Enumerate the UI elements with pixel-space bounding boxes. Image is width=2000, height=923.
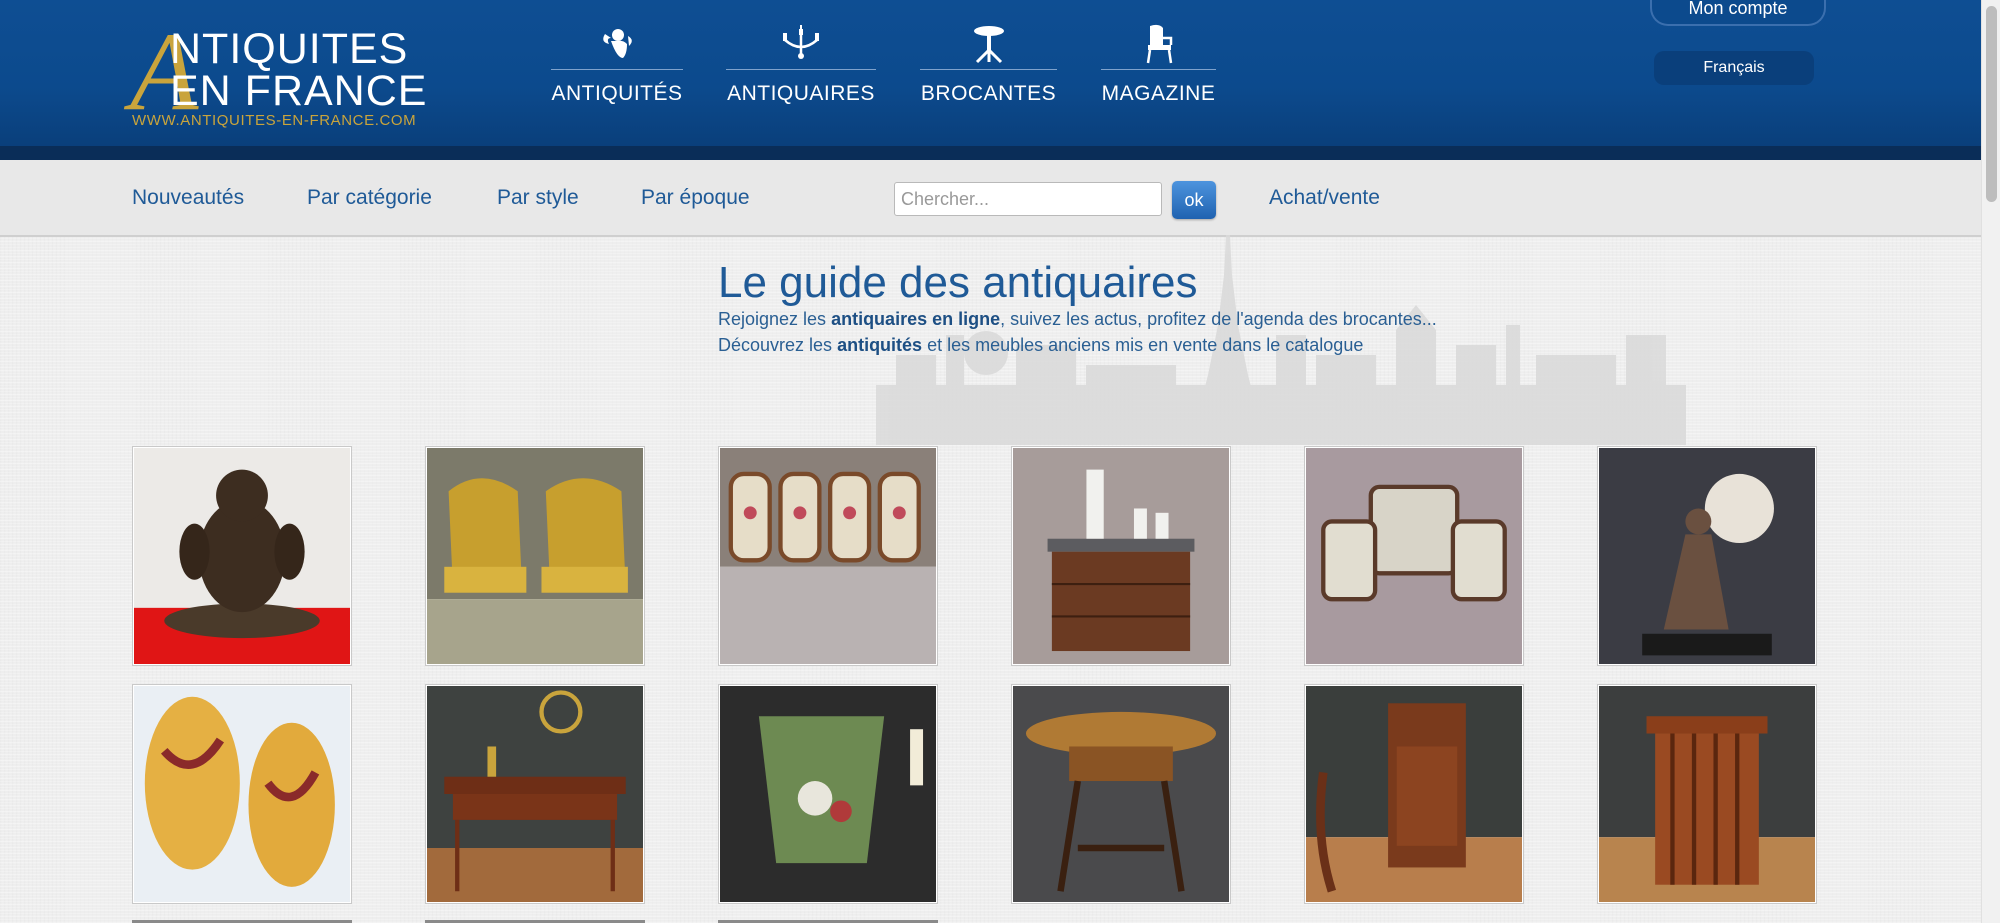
chandelier-icon xyxy=(783,25,819,59)
gilt-armchairs-image xyxy=(427,448,643,664)
revolving-bookcase-image xyxy=(1599,686,1815,902)
product-thumbnail[interactable] xyxy=(425,446,645,666)
nav-label: ANTIQUAIRES xyxy=(727,82,875,105)
nav-divider xyxy=(1101,69,1216,70)
marquetry-table-image xyxy=(1013,686,1229,902)
product-thumbnail[interactable] xyxy=(1011,446,1231,666)
product-thumbnail[interactable] xyxy=(1304,684,1524,904)
product-thumbnail[interactable] xyxy=(1304,446,1524,666)
search-ok-button[interactable]: ok xyxy=(1172,181,1216,219)
hero-intro-line-2: Découvrez les antiquités et les meubles … xyxy=(718,335,1363,356)
nav-antiquites[interactable]: ANTIQUITÉS xyxy=(551,20,683,110)
subnav-par-categorie[interactable]: Par catégorie xyxy=(307,186,432,210)
product-thumbnail[interactable] xyxy=(1011,684,1231,904)
page-title: Le guide des antiquaires xyxy=(718,258,1198,307)
antiquites-link[interactable]: antiquités xyxy=(837,335,922,355)
product-thumbnail[interactable] xyxy=(1597,684,1817,904)
text-segment: Rejoignez les xyxy=(718,309,832,329)
nav-magazine[interactable]: MAGAZINE xyxy=(1101,20,1216,110)
subnav-achat-vente[interactable]: Achat/vente xyxy=(1269,186,1380,210)
text-segment: et les meubles anciens mis en vente dans… xyxy=(922,335,1364,355)
marble-chest-image xyxy=(1013,448,1229,664)
glass-sconces-image xyxy=(134,686,350,902)
hero-intro-line-1: Rejoignez les antiquaires en ligne, suiv… xyxy=(718,309,1437,330)
subnav-par-epoque[interactable]: Par époque xyxy=(641,186,750,210)
product-thumbnail[interactable] xyxy=(718,446,938,666)
nav-label: ANTIQUITÉS xyxy=(551,82,683,105)
antiquaires-en-ligne-link[interactable]: antiquaires en ligne xyxy=(831,309,1000,329)
logo-line-1: NTIQUITES xyxy=(170,25,409,73)
nav-label: MAGAZINE xyxy=(1101,82,1216,105)
product-thumbnail[interactable] xyxy=(718,684,938,904)
subnav-nouveautes[interactable]: Nouveautés xyxy=(132,186,244,210)
product-thumbnail[interactable] xyxy=(425,684,645,904)
floral-chairs-image xyxy=(720,448,936,664)
scrollbar-thumb[interactable] xyxy=(1986,6,1997,202)
nav-antiquaires[interactable]: ANTIQUAIRES xyxy=(726,20,876,110)
nav-brocantes[interactable]: BROCANTES xyxy=(920,20,1057,110)
mahogany-cabinet-image xyxy=(1306,686,1522,902)
product-thumbnail[interactable] xyxy=(1597,446,1817,666)
product-thumbnail[interactable] xyxy=(132,446,352,666)
text-segment: , suivez les actus, profitez de l'agenda… xyxy=(1000,309,1437,329)
site-logo[interactable]: A NTIQUITES EN FRANCE WWW.ANTIQUITES-EN-… xyxy=(130,16,440,134)
bronze-lamp-image xyxy=(1599,448,1815,664)
nav-label: BROCANTES xyxy=(920,82,1057,105)
tole-vase-image xyxy=(720,686,936,902)
subnav-par-style[interactable]: Par style xyxy=(497,186,579,210)
vertical-scrollbar[interactable] xyxy=(1981,0,2000,923)
salon-set-image xyxy=(1306,448,1522,664)
chair-icon xyxy=(1146,24,1172,64)
product-thumbnail[interactable] xyxy=(132,684,352,904)
logo-line-2: EN FRANCE xyxy=(170,67,428,115)
table-icon xyxy=(973,26,1004,64)
language-selector[interactable]: Français xyxy=(1654,51,1814,85)
carved-bear-sculpture-image xyxy=(134,448,350,664)
search-input[interactable] xyxy=(894,182,1162,216)
cherub-icon xyxy=(603,29,632,58)
nav-divider xyxy=(920,69,1057,70)
nav-divider xyxy=(726,69,876,70)
writing-desk-image xyxy=(427,686,643,902)
my-account-button[interactable]: Mon compte xyxy=(1650,0,1826,26)
text-segment: Découvrez les xyxy=(718,335,838,355)
logo-url: WWW.ANTIQUITES-EN-FRANCE.COM xyxy=(132,112,417,129)
nav-divider xyxy=(551,69,683,70)
